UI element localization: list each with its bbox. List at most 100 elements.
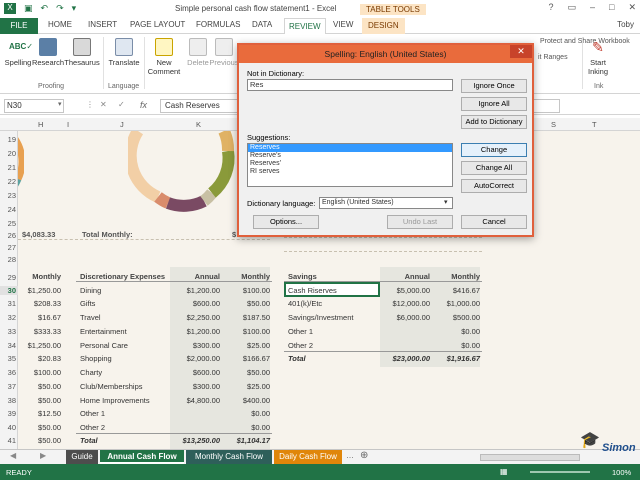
undo-last-button[interactable]: Undo Last bbox=[387, 215, 453, 229]
expense-name[interactable]: Charty bbox=[80, 368, 102, 377]
tab-design[interactable]: DESIGN bbox=[362, 18, 405, 34]
expense-annual[interactable]: $1,200.00 bbox=[170, 327, 220, 336]
savings-name[interactable]: Other 1 bbox=[288, 327, 313, 336]
row-header[interactable]: 32 bbox=[0, 313, 18, 322]
maximize-icon[interactable]: □ bbox=[609, 2, 614, 13]
savings-annual[interactable]: $12,000.00 bbox=[380, 299, 430, 308]
customize-toolbar-icon[interactable]: ▾ bbox=[72, 3, 77, 14]
scroll-right-icon[interactable]: ▶ bbox=[40, 451, 46, 460]
savings-name[interactable]: Cash Riserves bbox=[288, 286, 337, 295]
row-header[interactable]: 26 bbox=[0, 231, 18, 240]
column-header-h[interactable]: H bbox=[38, 120, 43, 129]
minimize-icon[interactable]: – bbox=[590, 2, 595, 13]
savings-monthly[interactable]: $416.67 bbox=[432, 286, 480, 295]
sheet-tab-guide[interactable]: Guide bbox=[66, 450, 98, 464]
monthly-cell[interactable]: $50.00 bbox=[18, 382, 61, 391]
edit-ranges-button[interactable]: it Ranges bbox=[538, 54, 568, 61]
expense-name[interactable]: Home Improvements bbox=[80, 396, 150, 405]
monthly-header[interactable]: Monthly bbox=[18, 272, 61, 281]
column-header-i[interactable]: I bbox=[67, 120, 69, 129]
total-monthly[interactable]: $1,916.67 bbox=[432, 354, 480, 363]
save-icon[interactable]: ▣ bbox=[24, 3, 33, 14]
row-header-selected[interactable]: 30 bbox=[0, 286, 18, 295]
research-button[interactable]: Research bbox=[30, 38, 66, 67]
row-header[interactable]: 33 bbox=[0, 327, 18, 336]
expense-name[interactable]: Gifts bbox=[80, 299, 95, 308]
expense-monthly[interactable]: $100.00 bbox=[222, 286, 270, 295]
row-header[interactable]: 22 bbox=[0, 177, 18, 186]
name-box[interactable]: N30 bbox=[4, 99, 64, 113]
add-to-dictionary-button[interactable]: Add to Dictionary bbox=[461, 115, 527, 129]
sheet-tab-annual-cash-flow[interactable]: Annual Cash Flow bbox=[100, 450, 184, 464]
suggestion-item[interactable]: RI serves bbox=[248, 168, 452, 176]
savings-annual[interactable]: $5,000.00 bbox=[380, 286, 430, 295]
expense-name[interactable]: Other 1 bbox=[80, 409, 105, 418]
scroll-left-icon[interactable]: ◀ bbox=[10, 451, 16, 460]
autocorrect-button[interactable]: AutoCorrect bbox=[461, 179, 527, 193]
tab-formulas[interactable]: FORMULAS bbox=[196, 20, 240, 29]
row-header[interactable]: 39 bbox=[0, 409, 18, 418]
translate-button[interactable]: Translate bbox=[106, 38, 142, 67]
savings-monthly[interactable]: $500.00 bbox=[432, 313, 480, 322]
row-header[interactable]: 21 bbox=[0, 163, 18, 172]
expense-annual[interactable]: $300.00 bbox=[170, 341, 220, 350]
monthly-cell[interactable]: $12.50 bbox=[18, 409, 61, 418]
column-header-s[interactable]: S bbox=[551, 120, 556, 129]
row-header[interactable]: 37 bbox=[0, 382, 18, 391]
expense-monthly[interactable]: $100.00 bbox=[222, 327, 270, 336]
new-comment-button[interactable]: New Comment bbox=[146, 38, 182, 76]
cancel-entry-icon[interactable]: ✕ bbox=[100, 100, 107, 109]
tab-data[interactable]: DATA bbox=[252, 20, 272, 29]
tab-page-layout[interactable]: PAGE LAYOUT bbox=[130, 20, 185, 29]
sheet-tab-daily-cash-flow[interactable]: Daily Cash Flow bbox=[274, 450, 342, 464]
tab-file[interactable]: FILE bbox=[0, 18, 38, 34]
expense-monthly[interactable]: $166.67 bbox=[222, 354, 270, 363]
close-icon[interactable]: ✕ bbox=[628, 2, 636, 13]
row-header[interactable]: 41 bbox=[0, 436, 18, 445]
savings-name[interactable]: Other 2 bbox=[288, 341, 313, 350]
expense-monthly[interactable]: $50.00 bbox=[222, 299, 270, 308]
savings-monthly[interactable]: $0.00 bbox=[432, 327, 480, 336]
dictionary-language-select[interactable]: English (United States) bbox=[319, 197, 453, 209]
total-monthly[interactable]: $1,104.17 bbox=[222, 436, 270, 445]
help-icon[interactable]: ? bbox=[548, 2, 553, 13]
row-header[interactable]: 36 bbox=[0, 368, 18, 377]
column-header-j[interactable]: J bbox=[120, 120, 124, 129]
confirm-entry-icon[interactable]: ✓ bbox=[118, 100, 125, 109]
monthly-cell[interactable]: $16.67 bbox=[18, 313, 61, 322]
row-header[interactable]: 29 bbox=[0, 273, 18, 282]
more-sheets-icon[interactable]: … bbox=[346, 451, 354, 460]
options-button[interactable]: Options... bbox=[253, 215, 319, 229]
expense-name[interactable]: Personal Care bbox=[80, 341, 128, 350]
row-header[interactable]: 24 bbox=[0, 205, 18, 214]
dialog-title[interactable]: Spelling: English (United States) bbox=[239, 45, 532, 63]
start-inking-button[interactable]: ✎ Start Inking bbox=[580, 38, 616, 76]
change-button[interactable]: Change bbox=[461, 143, 527, 157]
monthly-cell[interactable]: $1,250.00 bbox=[18, 286, 61, 295]
savings-monthly-header[interactable]: Monthly bbox=[432, 272, 480, 281]
insert-function-icon[interactable]: fx bbox=[140, 100, 147, 110]
expense-annual[interactable]: $300.00 bbox=[170, 382, 220, 391]
savings-monthly[interactable]: $1,000.00 bbox=[432, 299, 480, 308]
redo-icon[interactable]: ↷ bbox=[56, 3, 64, 14]
expense-name[interactable]: Other 2 bbox=[80, 423, 105, 432]
savings-annual-header[interactable]: Annual bbox=[380, 272, 430, 281]
expense-annual[interactable]: $4,800.00 bbox=[170, 396, 220, 405]
thesaurus-button[interactable]: Thesaurus bbox=[64, 38, 100, 67]
expense-name[interactable]: Entertainment bbox=[80, 327, 127, 336]
add-sheet-icon[interactable]: ⊕ bbox=[360, 450, 368, 461]
tab-home[interactable]: HOME bbox=[48, 20, 72, 29]
column-header-k[interactable]: K bbox=[196, 120, 201, 129]
row-header[interactable]: 34 bbox=[0, 341, 18, 350]
not-in-dictionary-field[interactable]: Res bbox=[247, 79, 453, 91]
expense-name[interactable]: Shopping bbox=[80, 354, 112, 363]
expense-monthly[interactable]: $25.00 bbox=[222, 341, 270, 350]
discretionary-header[interactable]: Discretionary Expenses bbox=[80, 272, 165, 281]
zoom-slider[interactable] bbox=[530, 471, 590, 473]
dialog-close-icon[interactable]: ✕ bbox=[510, 45, 532, 58]
chevron-down-icon[interactable]: ▾ bbox=[444, 198, 448, 206]
page-layout-view-icon[interactable]: ▦ bbox=[500, 467, 508, 476]
monthly-cell[interactable]: $50.00 bbox=[18, 436, 61, 445]
row-header[interactable]: 23 bbox=[0, 191, 18, 200]
suggestion-item[interactable]: Reserve's bbox=[248, 152, 452, 160]
